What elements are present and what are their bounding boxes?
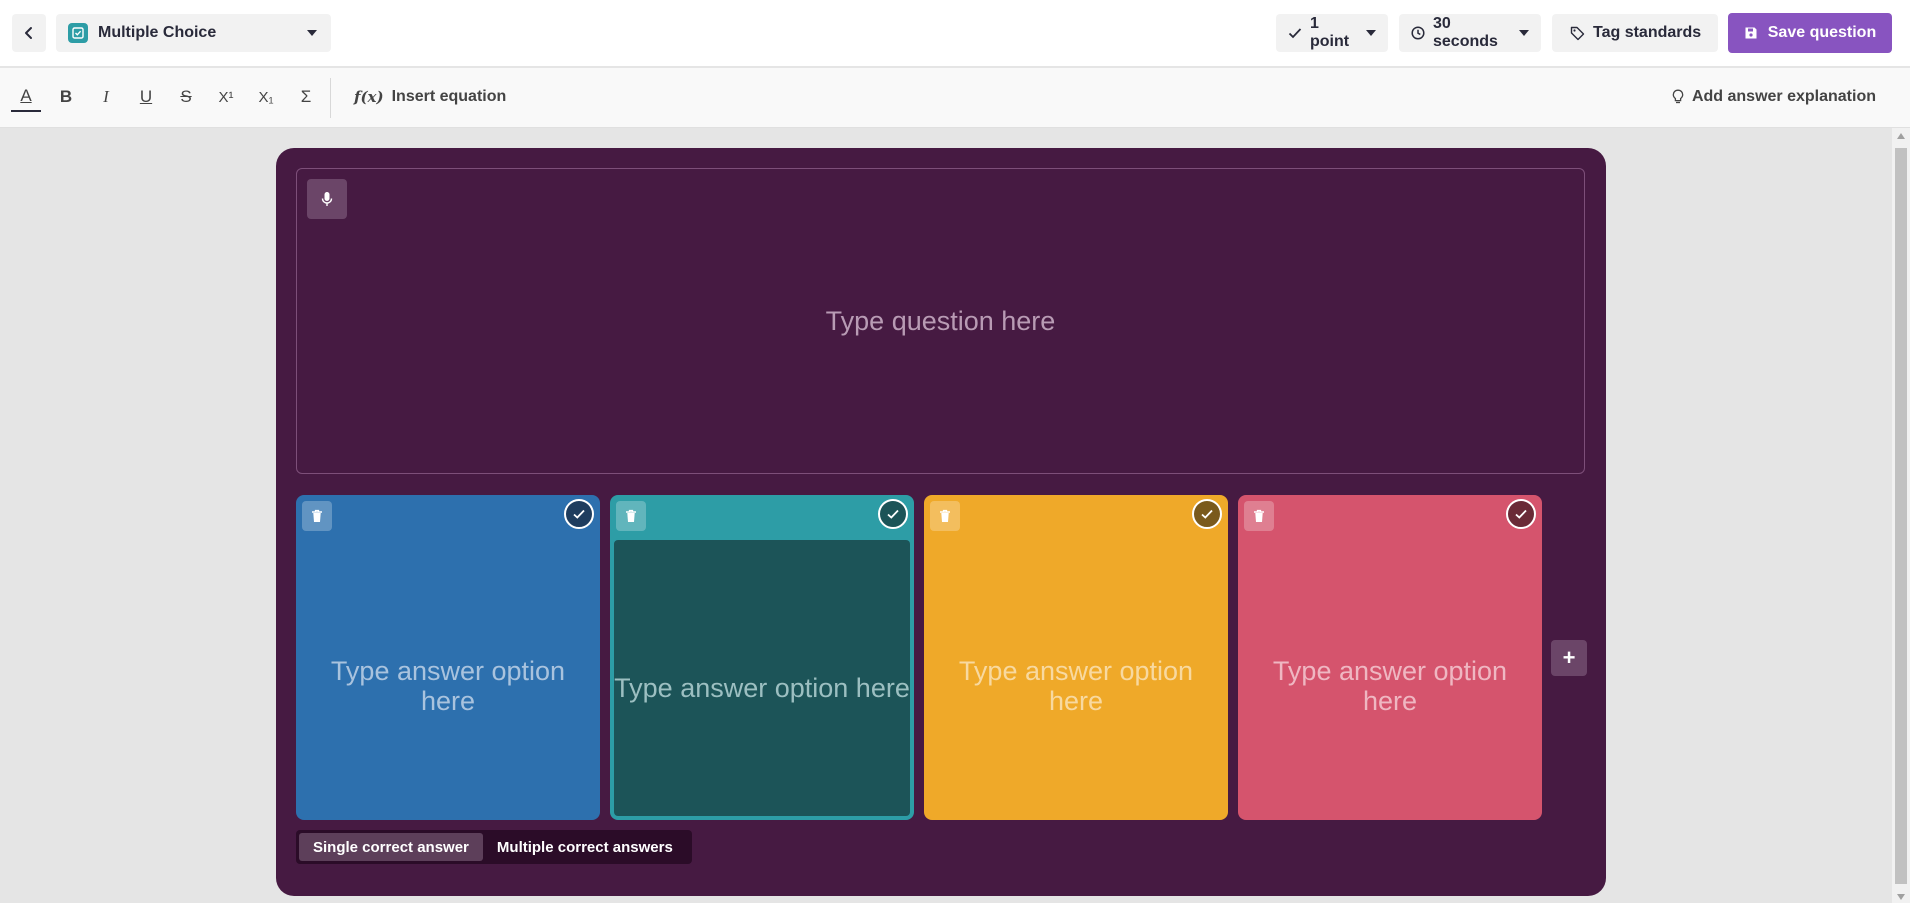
page-scrollbar[interactable] (1892, 128, 1910, 903)
save-icon (1744, 26, 1758, 40)
scrollbar-thumb[interactable] (1895, 148, 1907, 884)
trash-icon (312, 509, 322, 522)
text-color-icon: A (20, 86, 32, 105)
lightbulb-icon (1672, 89, 1684, 105)
subscript-button[interactable]: X₁ (251, 82, 281, 112)
clock-icon (1411, 26, 1425, 40)
answer-mode-toggle: Single correct answer Multiple correct a… (296, 830, 692, 864)
mark-correct-button[interactable] (878, 499, 908, 529)
time-dropdown[interactable]: 30 seconds (1399, 14, 1541, 52)
check-icon (573, 509, 585, 519)
sigma-button[interactable]: Σ (291, 82, 321, 112)
trash-icon (940, 509, 950, 522)
answer-option-input[interactable]: Type answer option here (614, 540, 910, 816)
delete-option-button[interactable] (616, 501, 646, 531)
check-icon (1201, 509, 1213, 519)
question-editor: Type question here Type answer option he… (276, 148, 1606, 896)
tag-standards-button[interactable]: Tag standards (1552, 14, 1718, 52)
superscript-button[interactable]: X¹ (211, 82, 241, 112)
italic-button[interactable]: I (91, 82, 121, 112)
question-placeholder: Type question here (825, 305, 1056, 336)
check-icon (1515, 509, 1527, 519)
time-label: 30 seconds (1433, 15, 1498, 50)
chevron-down-icon (1366, 30, 1376, 36)
check-icon (887, 509, 899, 519)
answer-option-input[interactable]: Type answer option here (1248, 537, 1532, 814)
points-dropdown[interactable]: 1 point (1276, 14, 1388, 52)
save-question-button[interactable]: Save question (1728, 13, 1892, 53)
mark-correct-button[interactable] (1506, 499, 1536, 529)
check-icon (1288, 27, 1302, 39)
save-question-label: Save question (1767, 24, 1877, 41)
plus-icon: + (1562, 645, 1576, 670)
bold-icon: B (59, 87, 73, 106)
answer-option-input[interactable]: Type answer option here (306, 537, 590, 814)
text-color-button[interactable]: A (11, 82, 41, 112)
record-audio-button[interactable] (307, 179, 347, 219)
question-type-dropdown[interactable]: Multiple Choice (56, 14, 331, 52)
trash-icon (626, 509, 636, 522)
sigma-icon: Σ (300, 87, 312, 106)
chevron-down-icon (1519, 30, 1529, 36)
italic-icon: I (103, 87, 109, 106)
scroll-down-arrow-icon[interactable] (1897, 894, 1905, 900)
points-label: 1 point (1310, 15, 1350, 50)
top-bar: Multiple Choice 1 point 30 seconds Tag s… (0, 0, 1910, 66)
scroll-up-arrow-icon[interactable] (1897, 133, 1905, 139)
question-type-label: Multiple Choice (98, 24, 217, 41)
tag-icon (1570, 26, 1585, 41)
tag-standards-label: Tag standards (1593, 24, 1702, 41)
toolbar-divider (330, 78, 331, 118)
strikethrough-icon: S (180, 87, 192, 106)
trash-icon (1254, 509, 1264, 522)
underline-icon: U (139, 87, 153, 106)
answer-option-3: Type answer option here (924, 495, 1228, 820)
answer-option-input[interactable]: Type answer option here (934, 537, 1218, 814)
underline-button[interactable]: U (131, 82, 161, 112)
bold-button[interactable]: B (51, 82, 81, 112)
checkbox-icon (68, 23, 88, 43)
delete-option-button[interactable] (302, 501, 332, 531)
formatting-toolbar: A B I U S X¹ X₁ Σ f(x) Insert equation A… (0, 68, 1910, 128)
multiple-correct-answers-option[interactable]: Multiple correct answers (483, 833, 687, 861)
microphone-icon (321, 192, 333, 206)
insert-equation-button[interactable]: f(x) Insert equation (354, 82, 506, 112)
answer-option-4: Type answer option here (1238, 495, 1542, 820)
superscript-icon: X¹ (218, 88, 234, 106)
delete-option-button[interactable] (930, 501, 960, 531)
add-answer-explanation-label: Add answer explanation (1691, 88, 1876, 105)
function-icon: f(x) (354, 88, 384, 106)
strikethrough-button[interactable]: S (171, 82, 201, 112)
chevron-down-icon (307, 30, 317, 36)
add-option-button[interactable]: + (1551, 640, 1587, 676)
subscript-icon: X₁ (258, 88, 274, 106)
insert-equation-label: Insert equation (391, 88, 507, 105)
mark-correct-button[interactable] (1192, 499, 1222, 529)
single-correct-answer-option[interactable]: Single correct answer (299, 833, 483, 861)
chevron-left-icon (25, 27, 32, 39)
delete-option-button[interactable] (1244, 501, 1274, 531)
back-button[interactable] (12, 14, 46, 52)
answer-option-2: Type answer option here (610, 495, 914, 820)
question-input[interactable]: Type question here (296, 168, 1585, 474)
mark-correct-button[interactable] (564, 499, 594, 529)
answer-option-1: Type answer option here (296, 495, 600, 820)
add-answer-explanation-button[interactable]: Add answer explanation (1672, 82, 1876, 112)
